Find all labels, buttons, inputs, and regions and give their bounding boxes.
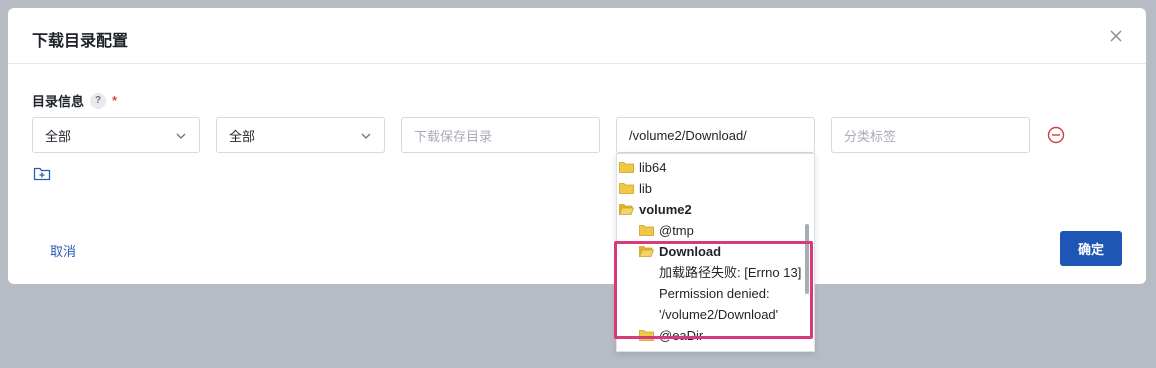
folder-icon — [639, 330, 654, 341]
tree-scrollbar[interactable] — [805, 154, 811, 351]
tree-error-message: 加载路径失败: [Errno 13] Permission denied: '/… — [659, 265, 802, 322]
download-dir-dialog: 下载目录配置 目录信息 ? * 全部 全部 下载保存目录 /volume2/Do… — [8, 8, 1146, 284]
close-icon[interactable] — [1106, 26, 1126, 46]
tree-item-label: lib — [639, 180, 653, 196]
select-scope-2[interactable]: 全部 — [216, 117, 385, 153]
chevron-down-icon — [361, 133, 371, 139]
section-label-text: 目录信息 — [32, 94, 85, 109]
chevron-down-icon — [176, 133, 186, 139]
folder-icon — [639, 225, 654, 236]
select-scope-1[interactable]: 全部 — [32, 117, 200, 153]
required-mark: * — [112, 93, 118, 108]
folder-icon — [619, 162, 634, 173]
tree-item-download[interactable]: Download — [639, 241, 721, 261]
scroll-thumb[interactable] — [805, 224, 809, 294]
tree-item-volume2[interactable]: volume2 — [619, 199, 692, 219]
remove-circle-icon[interactable] — [1047, 126, 1065, 144]
folder-icon — [619, 183, 634, 194]
cancel-button[interactable]: 取消 — [50, 241, 76, 260]
tag-input[interactable]: 分类标签 — [831, 117, 1030, 153]
tree-item-lib64[interactable]: lib64 — [619, 157, 666, 177]
tree-item-tmp[interactable]: @tmp — [639, 220, 694, 240]
tree-item-label: lib64 — [639, 159, 667, 175]
tree-item-label: volume2 — [639, 201, 692, 217]
add-folder-icon[interactable] — [33, 166, 51, 182]
tree-item-lib[interactable]: lib — [619, 178, 652, 198]
save-dir-placeholder: 下载保存目录 — [414, 128, 493, 144]
section-label: 目录信息 ? * — [32, 91, 117, 110]
folder-open-icon — [619, 204, 634, 215]
folder-open-icon — [639, 246, 654, 257]
tree-item-label: @tmp — [659, 222, 694, 238]
select-scope-2-value: 全部 — [229, 128, 256, 144]
help-icon[interactable]: ? — [90, 92, 107, 109]
tag-placeholder: 分类标签 — [844, 128, 897, 144]
select-scope-1-value: 全部 — [45, 128, 72, 144]
tree-item-label: Download — [659, 243, 722, 259]
tree-item-eadir[interactable]: @eaDir — [639, 325, 703, 345]
path-input[interactable]: /volume2/Download/ — [616, 117, 815, 153]
save-dir-input[interactable]: 下载保存目录 — [401, 117, 600, 153]
dialog-header: 下载目录配置 — [8, 8, 1146, 64]
confirm-button[interactable]: 确定 — [1060, 231, 1122, 266]
directory-tree-dropdown: lib64 lib volume2 @tmp Download 加载路径失败: … — [616, 153, 815, 352]
tree-item-label: @eaDir — [659, 327, 704, 343]
dialog-title: 下载目录配置 — [32, 33, 129, 50]
path-value: /volume2/Download/ — [629, 127, 747, 143]
